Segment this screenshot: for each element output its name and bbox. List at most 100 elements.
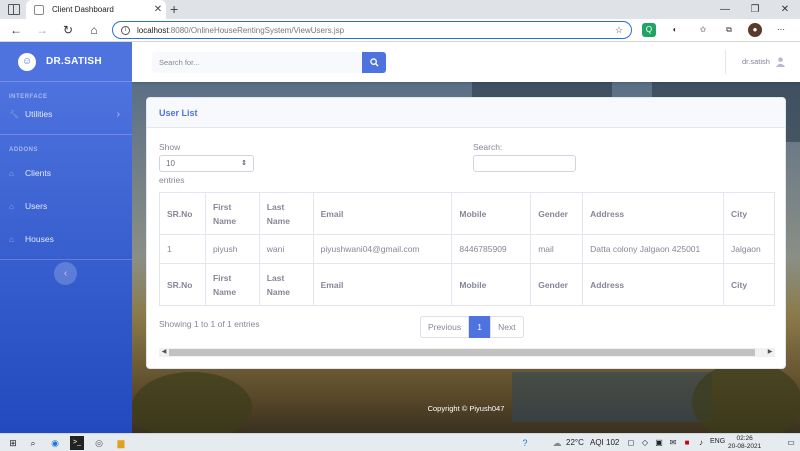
file-explorer-icon[interactable]: ▆ — [114, 436, 128, 450]
search-button[interactable] — [362, 52, 386, 73]
user-avatar-icon[interactable] — [775, 56, 786, 67]
system-clock[interactable]: 02:26 20-08-2021 — [728, 435, 761, 451]
taskbar-search-icon[interactable]: ⌕ — [26, 436, 40, 450]
sidebar-item-houses[interactable]: ⌂ Houses — [0, 225, 132, 253]
sidebar-toggle-button[interactable]: ‹ — [54, 262, 77, 285]
entries-length-select[interactable]: 10 ⇕ — [159, 155, 254, 172]
url-host: localhost — [137, 25, 169, 35]
pagination-next-button[interactable]: Next — [490, 316, 524, 338]
pagination-previous-button[interactable]: Previous — [420, 316, 470, 338]
user-name[interactable]: dr.satish — [742, 57, 770, 66]
restore-icon[interactable]: ❐ — [740, 0, 770, 19]
sidebar-item-users[interactable]: ⌂ Users — [0, 192, 132, 220]
cell-address: Datta colony Jalgaon 425001 — [582, 234, 724, 264]
sidebar-brand[interactable]: ☺ DR.SATISH — [0, 42, 132, 82]
minimize-icon[interactable]: — — [710, 0, 740, 19]
column-footer-address: Address — [582, 263, 724, 306]
card-header: User List — [147, 98, 785, 128]
column-header-mobile[interactable]: Mobile — [451, 192, 532, 235]
topbar-search — [152, 52, 386, 73]
browser-tab-strip: Client Dashboard ✕ + — ❐ ✕ — [0, 0, 800, 19]
table-search-input[interactable] — [473, 155, 576, 172]
table-row: 1 piyush wani piyushwani04@gmail.com 844… — [159, 234, 776, 264]
background-trees — [692, 362, 800, 433]
scroll-left-icon[interactable]: ◀ — [159, 348, 169, 357]
table-footer-row: SR.No First Name Last Name Email Mobile … — [159, 263, 776, 306]
help-icon[interactable]: ? — [518, 436, 532, 450]
column-header-address[interactable]: Address — [582, 192, 724, 235]
tab-close-icon[interactable]: ✕ — [150, 4, 166, 15]
tab-actions-icon[interactable] — [8, 4, 20, 15]
users-table: SR.No First Name Last Name Email Mobile … — [159, 192, 776, 306]
scrollbar-thumb[interactable] — [169, 349, 755, 356]
tray-icon[interactable]: ■ — [680, 436, 694, 450]
forward-icon[interactable]: → — [34, 22, 50, 38]
sidebar-item-label: Users — [25, 201, 48, 211]
collections-icon[interactable]: ⧉ — [722, 23, 736, 37]
column-header-last-name[interactable]: Last Name — [258, 192, 314, 235]
sidebar-heading-addons: ADDONS — [9, 147, 39, 153]
scroll-right-icon[interactable]: ▶ — [765, 348, 775, 357]
tray-icon[interactable]: ▣ — [652, 436, 666, 450]
cell-gender: mail — [530, 234, 584, 264]
entries-label: entries — [159, 175, 185, 185]
home-icon: ⌂ — [9, 168, 14, 178]
column-header-first-name[interactable]: First Name — [204, 192, 260, 235]
cell-last-name: wani — [258, 234, 314, 264]
column-footer-gender: Gender — [530, 263, 584, 306]
app-icon[interactable]: ◎ — [92, 436, 106, 450]
sidebar-item-label: Houses — [25, 234, 54, 244]
entries-length-value: 10 — [166, 159, 175, 168]
keyboard-language[interactable]: ENG — [710, 438, 725, 445]
tray-icon[interactable]: ✉ — [666, 436, 680, 450]
sidebar: ☺ DR.SATISH INTERFACE 🔧 Utilities › ADDO… — [0, 42, 132, 433]
air-quality[interactable]: AQI 102 — [590, 438, 619, 447]
search-input[interactable] — [152, 52, 362, 73]
favorites-icon[interactable]: ✩ — [696, 23, 710, 37]
column-header-gender[interactable]: Gender — [530, 192, 584, 235]
sidebar-item-utilities[interactable]: 🔧 Utilities › — [0, 100, 132, 128]
tray-icon[interactable]: ◇ — [638, 436, 652, 450]
back-icon[interactable]: ← — [8, 22, 24, 38]
horizontal-scrollbar[interactable]: ◀ ▶ — [159, 348, 775, 357]
cell-mobile: 8446785909 — [451, 234, 532, 264]
windows-start-icon[interactable]: ⊞ — [6, 436, 20, 450]
column-footer-city: City — [722, 263, 776, 306]
extension-icon[interactable]: ◐ — [668, 23, 682, 37]
topbar-divider — [725, 50, 726, 74]
notifications-icon[interactable]: ▭ — [784, 436, 798, 450]
sidebar-item-clients[interactable]: ⌂ Clients — [0, 159, 132, 187]
column-header-srno[interactable]: SR.No — [159, 192, 206, 235]
sidebar-item-label: Clients — [25, 168, 51, 178]
new-tab-icon[interactable]: + — [170, 1, 178, 17]
pagination-page-button[interactable]: 1 — [469, 316, 491, 338]
more-menu-icon[interactable]: ⋯ — [774, 23, 788, 37]
home-icon: ⌂ — [9, 201, 14, 211]
main-content: dr.satish User List Show 10 ⇕ entries Se… — [132, 42, 800, 433]
cell-city: Jalgaon — [722, 234, 776, 264]
site-info-icon[interactable]: i — [121, 25, 130, 35]
column-header-email[interactable]: Email — [312, 192, 453, 235]
volume-icon[interactable]: ♪ — [694, 436, 708, 450]
column-footer-srno: SR.No — [159, 263, 206, 306]
tray-icon[interactable]: ◻ — [624, 436, 638, 450]
clock-date: 20-08-2021 — [728, 443, 762, 450]
pagination: Previous 1 Next — [420, 316, 524, 338]
extension-q-icon[interactable]: Q — [642, 23, 656, 37]
weather-temp[interactable]: 22°C — [566, 438, 584, 447]
column-footer-last-name: Last Name — [258, 263, 314, 306]
cell-email: piyushwani04@gmail.com — [312, 234, 453, 264]
reload-icon[interactable]: ↻ — [60, 22, 76, 38]
close-window-icon[interactable]: ✕ — [770, 0, 800, 19]
profile-avatar-icon[interactable]: ● — [748, 23, 762, 37]
chevron-right-icon: › — [116, 108, 120, 120]
browser-tab[interactable]: Client Dashboard ✕ — [26, 0, 166, 19]
brand-name: DR.SATISH — [46, 56, 102, 67]
favorite-star-icon[interactable]: ☆ — [615, 25, 623, 36]
home-page-icon[interactable]: ⌂ — [86, 22, 102, 38]
address-bar[interactable]: i localhost:8080/OnlineHouseRentingSyste… — [112, 21, 632, 39]
terminal-icon[interactable]: >_ — [70, 436, 84, 450]
column-header-city[interactable]: City — [722, 192, 776, 235]
edge-browser-icon[interactable]: ◉ — [48, 436, 62, 450]
tab-title: Client Dashboard — [52, 5, 114, 14]
